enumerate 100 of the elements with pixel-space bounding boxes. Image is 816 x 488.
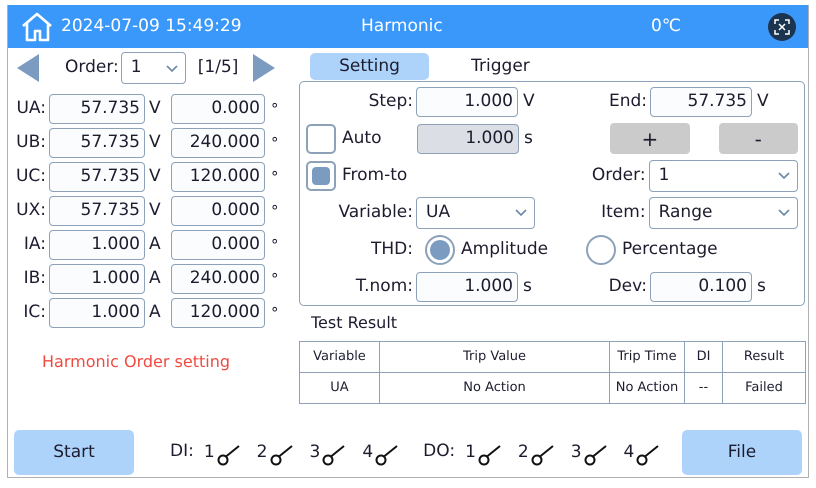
variable-select[interactable]: UA [416,196,535,228]
order-select[interactable]: 1 [120,52,186,84]
exit-icon[interactable] [768,12,796,40]
degree-label: ° [271,98,278,120]
chevron-down-icon [777,171,791,180]
unit-label: s [523,274,532,298]
switch-icon [478,444,502,466]
unit-label: V [523,90,535,113]
minus-button[interactable]: - [718,123,798,154]
unit-label: A [149,233,162,256]
table-cell: No Action [610,372,684,404]
amplitude-field[interactable]: 57.735 [49,128,145,158]
value-field[interactable]: 0.100 [650,272,752,302]
amplitude-field[interactable]: 1.000 [49,264,145,294]
value-field[interactable]: 57.735 [650,86,752,116]
right-arrow-icon[interactable] [252,53,276,83]
switch-icon [530,444,555,466]
degree-label: ° [271,234,278,256]
degree-label: ° [271,166,278,188]
field-label: Dev: [608,274,647,298]
amplitude-field[interactable]: 57.735 [49,94,145,124]
field-label: THD: [371,238,413,261]
column-header: DI [684,342,722,372]
unit-label: A [149,301,162,324]
channel-label: IC: [23,301,46,324]
io-number: 1 [204,440,215,464]
section-title: Test Result [311,312,398,334]
amplitude-field[interactable]: 57.735 [49,196,145,226]
channel-label: UA: [16,97,46,120]
radio-button[interactable] [586,234,616,264]
unit-label: V [149,165,162,188]
io-number: 3 [310,440,320,464]
amplitude-field[interactable]: 1.000 [49,298,145,328]
switch-icon [270,444,294,466]
unit-label: V [757,90,769,113]
column-header: Trip Value [380,342,610,372]
unit-label: s [757,274,766,298]
io-number: 2 [256,440,268,464]
home-icon[interactable] [20,10,54,42]
channel-label: UX: [16,199,46,222]
checkbox[interactable] [306,160,336,190]
plus-button[interactable]: + [610,123,690,154]
start-button[interactable]: Start [14,430,134,475]
degree-label: ° [271,302,278,324]
degree-label: ° [271,268,278,290]
chevron-down-icon [777,208,791,217]
radio-label: Amplitude [461,238,548,261]
left-arrow-icon[interactable] [16,53,40,83]
degree-label: ° [271,132,278,154]
degree-label: ° [271,200,278,222]
column-header: Trip Time [610,342,684,372]
field-label: End: [608,90,647,113]
angle-field[interactable]: 120.000 [171,298,265,328]
channel-label: IB: [24,267,46,290]
angle-field[interactable]: 120.000 [171,162,265,192]
temperature-text: 0℃ [651,14,681,38]
angle-field[interactable]: 0.000 [171,230,265,260]
channel-label: IA: [24,233,46,256]
angle-field[interactable]: 0.000 [171,94,265,124]
datetime-text: 2024-07-09 15:49:29 [61,14,243,38]
io-label: DI: [170,440,194,463]
amplitude-field[interactable]: 1.000 [49,230,145,260]
tab[interactable]: Setting [310,53,429,80]
angle-field[interactable]: 240.000 [171,264,265,294]
io-number: 1 [465,440,476,464]
chevron-down-icon [164,64,179,72]
angle-field[interactable]: 0.000 [171,196,265,226]
unit-label: A [149,267,162,290]
switch-icon [375,444,400,466]
tab[interactable]: Trigger [441,53,560,80]
field-label: T.nom: [356,274,413,298]
value-field[interactable]: 1.000 [416,86,518,116]
window-title: Harmonic [361,14,444,38]
field-label: Order: [592,164,646,187]
switch-icon [216,444,241,466]
chevron-down-icon [514,208,528,217]
amplitude-field[interactable]: 57.735 [49,162,145,192]
switch-icon [322,444,346,466]
table-cell: -- [684,372,722,404]
channel-label: UC: [16,165,46,188]
unit-label: s [524,126,533,150]
radio-label: Percentage [622,238,718,261]
table-cell: No Action [380,372,610,404]
order-label: Order: [65,56,119,80]
io-number: 3 [570,440,582,464]
file-button[interactable]: File [682,430,802,475]
radio-button[interactable] [425,234,455,264]
switch-icon [636,444,660,466]
switch-icon [584,444,608,466]
io-number: 2 [518,440,529,464]
order-select[interactable]: 1 [648,160,798,192]
io-number: 4 [624,440,634,464]
status-message: Harmonic Order setting [42,351,231,373]
unit-label: V [149,97,162,120]
value-field[interactable]: 1.000 [416,272,518,302]
column-header: Result [722,342,806,372]
unit-label: V [149,199,162,222]
angle-field[interactable]: 240.000 [171,128,265,158]
io-label: DO: [423,440,456,463]
item-select[interactable]: Range [648,196,798,228]
